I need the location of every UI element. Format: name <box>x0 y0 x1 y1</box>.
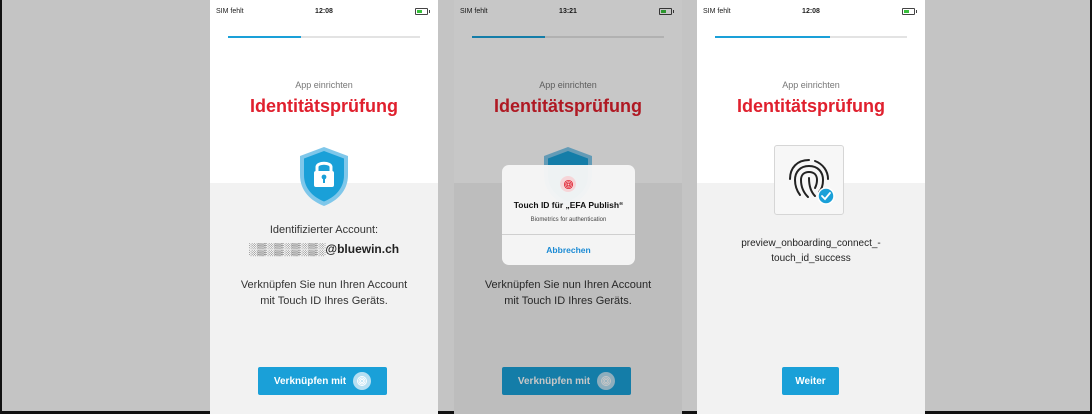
clock-time: 12:08 <box>315 8 333 15</box>
success-line-2: touch_id_success <box>771 253 851 264</box>
page-subtitle: App einrichten <box>782 80 840 90</box>
page-title: Identitätsprüfung <box>737 96 885 116</box>
screen-account-identified: SIM fehlt 12:08 App einrichten Identität… <box>210 0 438 414</box>
success-line-1: preview_onboarding_connect_- <box>741 238 881 249</box>
page-title: Identitätsprüfung <box>250 96 398 116</box>
account-label: Identifizierter Account: <box>269 224 379 236</box>
dialog-title: Touch ID für „EFA Publish“ <box>513 200 624 210</box>
account-email: ░▒░▒░▒░▒░@bluewin.ch <box>248 242 400 256</box>
link-touch-id-button[interactable]: Verknüpfen mit <box>258 367 387 395</box>
button-label: Verknüpfen mit <box>273 375 347 387</box>
progress-fill <box>715 36 831 38</box>
touch-id-dialog: Touch ID für „EFA Publish“ Biometrics fo… <box>502 165 635 265</box>
status-bar: SIM fehlt 12:08 <box>697 0 925 22</box>
clock-time: 12:08 <box>802 8 820 15</box>
battery-icon <box>902 8 917 15</box>
continue-button[interactable]: Weiter <box>782 367 839 395</box>
frame-border-left <box>0 0 2 414</box>
info-line-2: mit Touch ID Ihres Geräts. <box>260 295 388 307</box>
cancel-button[interactable]: Abbrechen <box>502 235 635 265</box>
fingerprint-icon <box>353 372 372 390</box>
shield-lock-icon <box>300 147 348 206</box>
onboarding-progress <box>715 36 907 38</box>
button-label: Weiter <box>795 375 826 387</box>
page-subtitle: App einrichten <box>295 80 353 90</box>
fingerprint-check-icon <box>774 145 844 215</box>
success-text: preview_onboarding_connect_- touch_id_su… <box>711 236 911 266</box>
info-text: Verknüpfen Sie nun Ihren Account mit Tou… <box>224 277 424 309</box>
dialog-subtitle: Biometrics for authentication <box>530 217 607 223</box>
info-line-1: Verknüpfen Sie nun Ihren Account <box>240 279 408 291</box>
fingerprint-icon <box>560 176 576 192</box>
status-bar: SIM fehlt 12:08 <box>210 0 438 22</box>
onboarding-progress <box>228 36 420 38</box>
battery-icon <box>415 8 430 15</box>
screen-touch-id-prompt: SIM fehlt 13:21 App einrichten Identität… <box>454 0 682 414</box>
progress-fill <box>228 36 301 38</box>
screen-touch-id-success: SIM fehlt 12:08 App einrichten Identität… <box>697 0 925 414</box>
